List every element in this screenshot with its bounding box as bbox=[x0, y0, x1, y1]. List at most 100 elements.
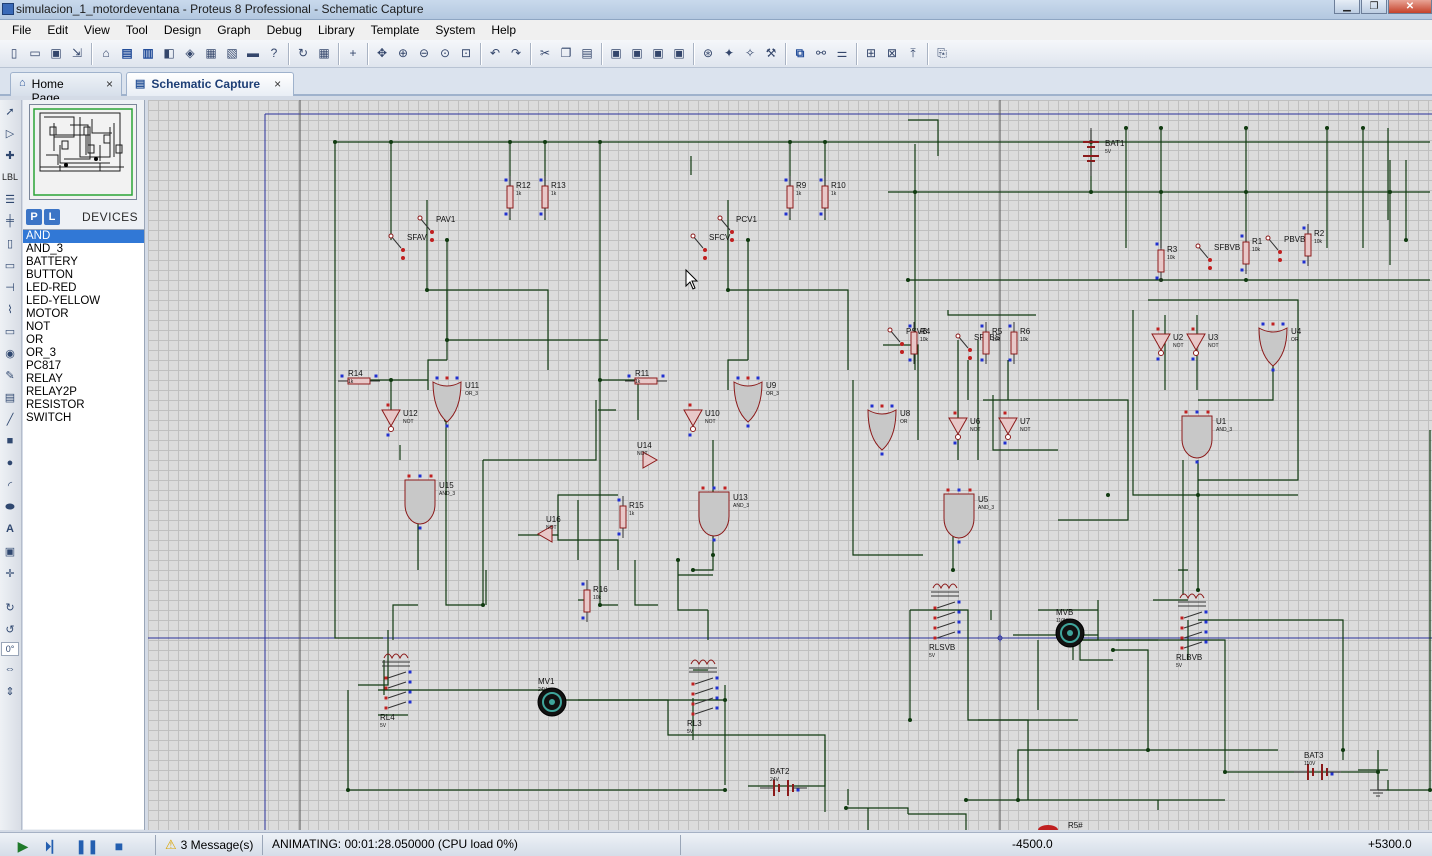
motor[interactable]: MVB110V bbox=[1055, 608, 1085, 648]
refresh-icon[interactable]: ↻ bbox=[293, 43, 313, 63]
schematic-icon[interactable]: ▤ bbox=[117, 43, 137, 63]
copy-icon[interactable]: ❐ bbox=[556, 43, 576, 63]
device-item[interactable]: BATTERY bbox=[23, 256, 144, 269]
relay[interactable]: RLSVB5V bbox=[929, 583, 961, 659]
notes-icon[interactable]: ▬ bbox=[243, 43, 263, 63]
device-item[interactable]: AND_3 bbox=[23, 243, 144, 256]
step-icon[interactable]: ⏵︎▏ bbox=[44, 837, 66, 855]
battery[interactable]: BAT224V bbox=[760, 767, 807, 796]
menu-library[interactable]: Library bbox=[310, 23, 363, 37]
tab-schematic-capture[interactable]: ▤ Schematic Capture × bbox=[126, 72, 294, 96]
cut-icon[interactable]: ✂ bbox=[535, 43, 555, 63]
resistor[interactable]: R131k bbox=[539, 176, 567, 218]
tab-close-icon[interactable]: × bbox=[274, 77, 281, 91]
wire-label-mode-icon[interactable]: LBL bbox=[0, 166, 20, 188]
symbol-mode-icon[interactable]: ▣ bbox=[0, 540, 20, 562]
resistor[interactable]: R310k bbox=[1155, 240, 1178, 282]
maximize-button[interactable]: ❐ bbox=[1361, 0, 1387, 14]
resistor[interactable]: R111k bbox=[625, 369, 667, 385]
help-icon[interactable]: ? bbox=[264, 43, 284, 63]
play-icon[interactable]: ▶ bbox=[12, 837, 34, 855]
subcircuit-mode-icon[interactable]: ▯ bbox=[0, 232, 20, 254]
resistor[interactable]: R510k bbox=[980, 322, 1003, 364]
3d-icon[interactable]: ◈ bbox=[180, 43, 200, 63]
menu-tool[interactable]: Tool bbox=[118, 23, 156, 37]
path-mode-icon[interactable]: ⬬ bbox=[0, 496, 20, 518]
gerber-icon[interactable]: ◧ bbox=[159, 43, 179, 63]
pause-icon[interactable]: ❚❚ bbox=[75, 837, 98, 855]
device-pins-mode-icon[interactable]: ⊣ bbox=[0, 276, 20, 298]
menu-file[interactable]: File bbox=[4, 23, 39, 37]
import-icon[interactable]: ⇲ bbox=[67, 43, 87, 63]
buses-mode-icon[interactable]: ╪ bbox=[0, 210, 20, 232]
search-tag-icon[interactable]: ⚯ bbox=[811, 43, 831, 63]
circle-mode-icon[interactable]: ● bbox=[0, 452, 20, 474]
pcb-icon[interactable]: ▥ bbox=[138, 43, 158, 63]
wire-autorouter-icon[interactable]: ⧉ bbox=[790, 43, 810, 63]
resistor[interactable]: R210k bbox=[1302, 224, 1325, 266]
tape-recorder-icon[interactable]: ▭ bbox=[0, 320, 20, 342]
graph-mode-icon[interactable]: ⌇ bbox=[0, 298, 20, 320]
menu-graph[interactable]: Graph bbox=[209, 23, 258, 37]
device-item[interactable]: PC817 bbox=[23, 360, 144, 373]
message-indicator[interactable]: ⚠ 3 Message(s) bbox=[165, 837, 253, 853]
not-gate[interactable]: U2NOT bbox=[1151, 327, 1184, 361]
resistor[interactable]: R121k bbox=[504, 176, 532, 218]
tab-home-page[interactable]: ⌂ Home Page × bbox=[10, 72, 122, 105]
marker-mode-icon[interactable]: ✛ bbox=[0, 562, 20, 584]
undo-icon[interactable]: ↶ bbox=[485, 43, 505, 63]
not-gate[interactable]: U14NOT bbox=[637, 441, 659, 469]
decompose-icon[interactable]: ⚒ bbox=[761, 43, 781, 63]
block-move-icon[interactable]: ▣ bbox=[627, 43, 647, 63]
resistor[interactable]: R101k bbox=[819, 176, 847, 218]
paste-icon[interactable]: ▤ bbox=[577, 43, 597, 63]
resistor[interactable]: R151k bbox=[617, 496, 645, 538]
schematic-canvas[interactable]: R12 1k R13 1k PAV1 SFAV R9 1k R10 1k PCV1 SFCV BAT1 5… bbox=[148, 100, 1432, 830]
pan-icon[interactable]: ✥ bbox=[372, 43, 392, 63]
menu-system[interactable]: System bbox=[427, 23, 483, 37]
resistor[interactable]: R91k bbox=[784, 176, 807, 218]
and-gate[interactable]: U5AND_3 bbox=[943, 488, 994, 544]
not-gate[interactable]: U7NOT bbox=[998, 411, 1031, 445]
menu-help[interactable]: Help bbox=[483, 23, 524, 37]
device-item[interactable]: MOTOR bbox=[23, 308, 144, 321]
package-tool-icon[interactable]: ✧ bbox=[740, 43, 760, 63]
arc-mode-icon[interactable]: ◜ bbox=[0, 474, 20, 496]
battery[interactable]: BAT15V bbox=[1083, 128, 1125, 176]
pick-device-icon[interactable]: ⊛ bbox=[698, 43, 718, 63]
open-icon[interactable]: ▭ bbox=[25, 43, 45, 63]
zoom-out-icon[interactable]: ⊖ bbox=[414, 43, 434, 63]
component-mode-icon[interactable]: ▷ bbox=[0, 122, 20, 144]
grid-icon[interactable]: ▦ bbox=[314, 43, 334, 63]
partial-part[interactable]: R5# bbox=[1038, 821, 1083, 830]
switch[interactable]: SFCV bbox=[690, 233, 731, 260]
menu-design[interactable]: Design bbox=[156, 23, 209, 37]
virtual-instruments-icon[interactable]: ▤ bbox=[0, 386, 20, 408]
not-gate[interactable]: U12NOT bbox=[381, 403, 418, 437]
tab-close-icon[interactable]: × bbox=[106, 77, 113, 91]
or-gate[interactable]: U9OR_3 bbox=[733, 376, 779, 428]
device-item[interactable]: SWITCH bbox=[23, 412, 144, 425]
generator-mode-icon[interactable]: ◉ bbox=[0, 342, 20, 364]
origin-icon[interactable]: + bbox=[343, 43, 363, 63]
block-delete-icon[interactable]: ▣ bbox=[669, 43, 689, 63]
zoom-all-icon[interactable]: ⊙ bbox=[435, 43, 455, 63]
and-gate[interactable]: U13AND_3 bbox=[698, 486, 749, 542]
device-item[interactable]: AND bbox=[23, 230, 144, 243]
device-item[interactable]: NOT bbox=[23, 321, 144, 334]
stop-icon[interactable]: ■ bbox=[108, 837, 130, 855]
library-manager-button[interactable]: L bbox=[44, 209, 60, 225]
save-icon[interactable]: ▣ bbox=[46, 43, 66, 63]
device-item[interactable]: LED-RED bbox=[23, 282, 144, 295]
menu-debug[interactable]: Debug bbox=[259, 23, 310, 37]
device-item[interactable]: OR bbox=[23, 334, 144, 347]
resistor[interactable]: R1610k bbox=[581, 580, 609, 622]
menu-view[interactable]: View bbox=[76, 23, 118, 37]
and-gate[interactable]: U1AND_3 bbox=[1181, 410, 1232, 464]
line-mode-icon[interactable]: ╱ bbox=[0, 408, 20, 430]
pick-devices-button[interactable]: P bbox=[26, 209, 42, 225]
menu-template[interactable]: Template bbox=[363, 23, 428, 37]
device-item[interactable]: BUTTON bbox=[23, 269, 144, 282]
relay[interactable]: RL45V bbox=[380, 653, 412, 729]
exit-parent-icon[interactable]: ⤒ bbox=[903, 43, 923, 63]
